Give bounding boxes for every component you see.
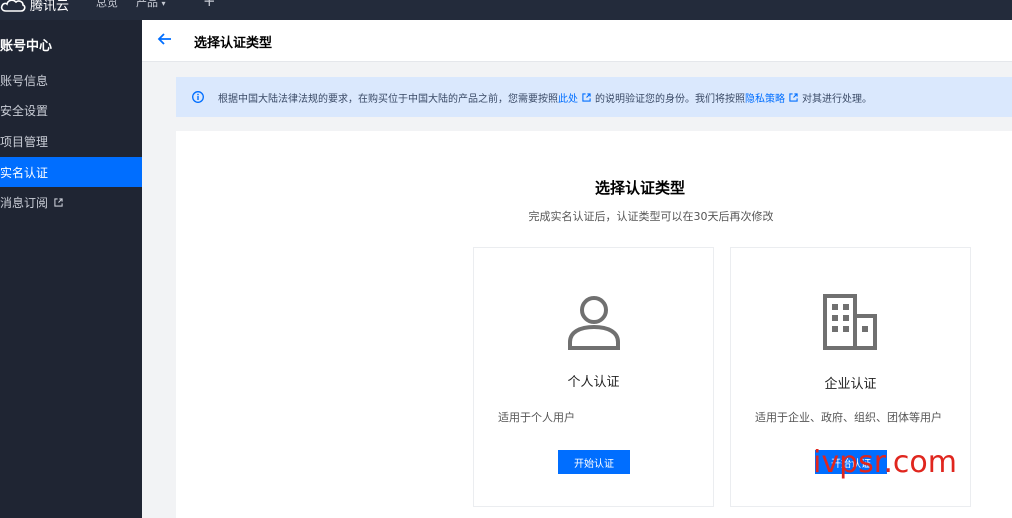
sidebar-item-account-info[interactable]: 账号信息: [0, 65, 142, 95]
section-subheading: 完成实名认证后，认证类型可以在30天后再次修改: [528, 210, 774, 223]
brand-logo[interactable]: 腾讯云: [0, 0, 69, 20]
page-header: 选择认证类型: [142, 20, 1012, 62]
external-link-icon[interactable]: [582, 92, 591, 102]
info-notice: 根据中国大陆法律法规的要求，在购买位于中国大陆的产品之前，您需要按照 此处 的说…: [176, 77, 1012, 117]
sidebar-item-label: 安全设置: [0, 103, 49, 118]
personal-auth-card[interactable]: 个人认证 适用于个人用户 开始认证: [473, 247, 714, 507]
card-description: 适用于企业、政府、组织、团体等用户: [755, 411, 942, 424]
sidebar-item-real-name-auth[interactable]: 实名认证: [0, 157, 142, 187]
add-icon[interactable]: +: [203, 0, 216, 10]
section-heading: 选择认证类型: [594, 179, 685, 197]
user-icon-wrapper: [474, 294, 713, 350]
arrow-left-icon[interactable]: [156, 30, 174, 48]
page-title: 选择认证类型: [194, 36, 273, 51]
sidebar-item-projects[interactable]: 项目管理: [0, 126, 142, 156]
notice-link-privacy-policy[interactable]: 隐私策略: [745, 90, 785, 105]
card-description: 适用于个人用户: [498, 411, 575, 424]
sidebar-item-label: 消息订阅: [0, 195, 49, 210]
info-icon: [192, 91, 204, 103]
sidebar-item-security[interactable]: 安全设置: [0, 95, 142, 125]
sidebar-item-label: 项目管理: [0, 134, 49, 149]
top-navigation-bar: 腾讯云 总览 产品 ▾ +: [0, 0, 1012, 20]
sidebar-title: 账号中心: [0, 39, 53, 54]
sidebar-item-message-subscription[interactable]: 消息订阅: [0, 187, 142, 217]
notice-link-here[interactable]: 此处: [558, 90, 578, 105]
cloud-logo-icon: [0, 0, 26, 12]
card-title: 个人认证: [567, 375, 620, 390]
building-icon: [822, 294, 877, 350]
notice-text: 的说明验证您的身份。我们将按照: [595, 93, 745, 105]
sidebar-item-label: 实名认证: [0, 165, 49, 180]
chevron-down-icon: ▾: [161, 0, 166, 8]
nav-products-label: 产品: [136, 0, 158, 9]
card-title: 企业认证: [824, 377, 877, 392]
external-link-icon[interactable]: [789, 92, 798, 102]
nav-overview[interactable]: 总览: [96, 0, 118, 10]
building-icon-wrapper: [731, 294, 970, 350]
notice-text: 根据中国大陆法律法规的要求，在购买位于中国大陆的产品之前，您需要按照: [218, 93, 558, 105]
brand-name: 腾讯云: [30, 0, 70, 14]
user-icon: [567, 296, 620, 350]
sidebar-item-label: 账号信息: [0, 73, 49, 88]
notice-text: 对其进行处理。: [802, 93, 872, 105]
nav-products[interactable]: 产品 ▾: [136, 0, 166, 10]
sidebar: 账号中心 账号信息 安全设置 项目管理 实名认证 消息订阅: [0, 20, 142, 518]
external-link-icon: [54, 197, 63, 207]
start-personal-auth-button[interactable]: 开始认证: [558, 450, 630, 474]
watermark: ivpsr.com: [813, 445, 957, 480]
